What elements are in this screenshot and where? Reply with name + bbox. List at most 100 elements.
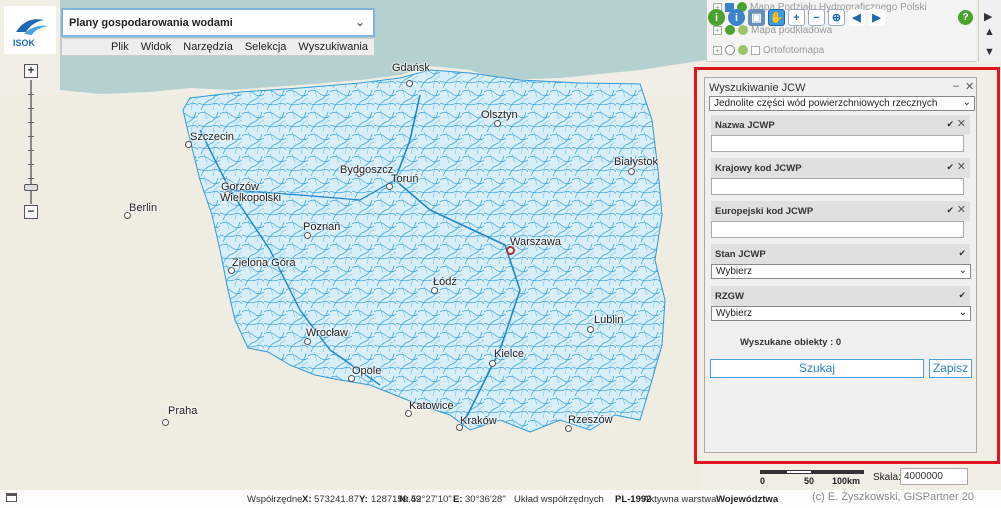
full-extent-icon[interactable]: ▣ xyxy=(748,9,765,26)
close-icon[interactable]: ✕ xyxy=(965,80,974,93)
city-marker xyxy=(489,360,496,367)
city-marker xyxy=(431,287,438,294)
menu-selekcja[interactable]: Selekcja xyxy=(239,39,293,55)
city-label-berlin: Berlin xyxy=(129,202,158,214)
menu-bar: Plik Widok Narzędzia Selekcja Wyszukiwan… xyxy=(61,38,375,56)
city-marker xyxy=(304,338,311,345)
field-label: Stan JCWP xyxy=(715,249,766,260)
city-label-bialystok: Białystok xyxy=(614,156,659,168)
field-header-europejski: Europejski kod JCWP ✔ ✕ xyxy=(711,201,970,221)
type-select[interactable]: Jednolite części wód powierzchniowych rz… xyxy=(709,96,975,111)
layer-icon xyxy=(751,45,760,55)
zoom-control: + − xyxy=(24,64,38,220)
city-label-zielona-gora: Zielona Góra xyxy=(232,257,296,269)
save-button[interactable]: Zapisz xyxy=(929,359,972,378)
city-label-katowice: Katowice xyxy=(409,400,454,412)
check-icon[interactable]: ✔ xyxy=(946,119,954,130)
search-button[interactable]: Szukaj xyxy=(710,359,924,378)
check-icon[interactable]: ✔ xyxy=(946,205,954,216)
city-label-opole: Opole xyxy=(352,365,382,377)
city-label-bydgoszcz: Bydgoszcz xyxy=(340,164,394,176)
check-icon[interactable]: ✔ xyxy=(946,162,954,173)
help-icon[interactable]: ? xyxy=(958,10,973,25)
layer-item[interactable]: + Mapa podkładowa xyxy=(713,25,832,39)
menu-widok[interactable]: Widok xyxy=(135,39,178,55)
visibility-dot xyxy=(738,45,748,56)
city-marker xyxy=(406,80,413,87)
search-panel: Wyszukiwanie JCW – ✕ Jednolite części wó… xyxy=(704,77,977,453)
city-marker xyxy=(304,232,311,239)
map-toolbar: i i ▣ ✋ + − ⊕ ◀ ▶ xyxy=(708,9,885,27)
check-icon[interactable]: ✔ xyxy=(958,248,966,259)
menu-plik[interactable]: Plik xyxy=(105,39,135,55)
active-layer-label: Aktywna warstwa xyxy=(643,494,717,505)
zoom-out-icon[interactable]: − xyxy=(808,9,825,26)
arrow-right-icon[interactable]: ▶ xyxy=(868,9,885,26)
x-coordinate: 573241.87 xyxy=(314,494,359,505)
layer-item[interactable]: + Ortofotomapa xyxy=(713,45,824,59)
city-marker xyxy=(628,168,635,175)
identify-icon[interactable]: i xyxy=(728,9,745,26)
rzgw-select[interactable]: Wybierz ⌄ xyxy=(711,306,971,321)
field-label: Nazwa JCWP xyxy=(715,120,775,131)
nazwa-jcwp-input[interactable] xyxy=(711,135,964,152)
field-header-krajowy: Krajowy kod JCWP ✔ ✕ xyxy=(711,158,970,178)
close-icon[interactable]: ✕ xyxy=(957,117,966,130)
scale-text: Skala: xyxy=(873,472,901,483)
arrow-down-icon[interactable]: ▼ xyxy=(984,46,995,58)
scale-input[interactable]: 4000000 xyxy=(900,468,968,485)
layer-label: Ortofotomapa xyxy=(763,45,825,56)
zoom-out-button[interactable]: − xyxy=(24,205,38,219)
radio-icon[interactable] xyxy=(725,45,735,56)
field-label: Krajowy kod JCWP xyxy=(715,163,802,174)
zoom-handle[interactable] xyxy=(24,184,38,191)
city-label-olsztyn: Olsztyn xyxy=(481,109,518,121)
field-label: Europejski kod JCWP xyxy=(715,206,814,217)
krajowy-kod-input[interactable] xyxy=(711,178,964,195)
type-select-value: Jednolite części wód powierzchniowych rz… xyxy=(714,98,938,109)
check-icon[interactable]: ✔ xyxy=(958,290,966,301)
copyright: (c) E. Żyszkowski, GISPartner 20 xyxy=(812,491,974,503)
menu-narzedzia[interactable]: Narzędzia xyxy=(177,39,239,55)
chevron-down-icon: ⌄ xyxy=(354,15,365,29)
zoom-in-button[interactable]: + xyxy=(24,64,38,78)
city-label-warszawa: Warszawa xyxy=(510,236,561,248)
field-header-rzgw: RZGW ✔ xyxy=(711,286,970,306)
pan-hand-icon[interactable]: ✋ xyxy=(768,9,785,26)
minimize-icon[interactable]: – xyxy=(953,80,959,92)
city-marker xyxy=(565,425,572,432)
window-icon[interactable] xyxy=(6,493,17,502)
europejski-kod-input[interactable] xyxy=(711,221,964,238)
arrow-up-icon[interactable]: ▲ xyxy=(984,26,995,38)
close-icon[interactable]: ✕ xyxy=(957,203,966,216)
n-coordinate: 52°27'10" xyxy=(411,494,452,505)
arrow-right-icon[interactable]: ▶ xyxy=(984,10,992,23)
city-label-torun: Toruń xyxy=(391,173,419,185)
city-marker xyxy=(162,419,169,426)
field-header-nazwa: Nazwa JCWP ✔ ✕ xyxy=(711,115,970,135)
arrow-left-icon[interactable]: ◀ xyxy=(848,9,865,26)
expand-icon[interactable]: + xyxy=(713,25,722,35)
menu-wyszukiwania[interactable]: Wyszukiwania xyxy=(292,39,374,55)
stan-select[interactable]: Wybierz ⌄ xyxy=(711,264,971,279)
city-label-kielce: Kielce xyxy=(494,348,524,360)
expand-icon[interactable]: + xyxy=(713,45,722,55)
app-selector[interactable]: Plany gospodarowania wodami ⌄ xyxy=(61,8,375,37)
city-label-wroclaw: Wrocław xyxy=(306,327,348,339)
city-label-krakow: Kraków xyxy=(460,415,497,427)
close-icon[interactable]: ✕ xyxy=(957,160,966,173)
field-header-stan: Stan JCWP ✔ xyxy=(711,244,970,264)
zoom-box-icon[interactable]: ⊕ xyxy=(828,9,845,26)
city-label-poznan: Poznań xyxy=(303,221,341,233)
e-coordinate: 30°36'28" xyxy=(465,494,506,505)
chevron-down-icon: ⌄ xyxy=(958,307,967,318)
scale-label-100: 100km xyxy=(832,476,861,486)
scale-label-50: 50 xyxy=(804,476,815,486)
info-icon[interactable]: i xyxy=(708,9,725,26)
city-marker xyxy=(494,120,501,127)
city-label-rzeszow: Rzeszów xyxy=(568,414,613,426)
stan-select-value: Wybierz xyxy=(716,266,753,277)
zoom-in-icon[interactable]: + xyxy=(788,9,805,26)
app-title: Plany gospodarowania wodami xyxy=(69,17,233,29)
coords-label: Współrzędne xyxy=(247,494,303,505)
